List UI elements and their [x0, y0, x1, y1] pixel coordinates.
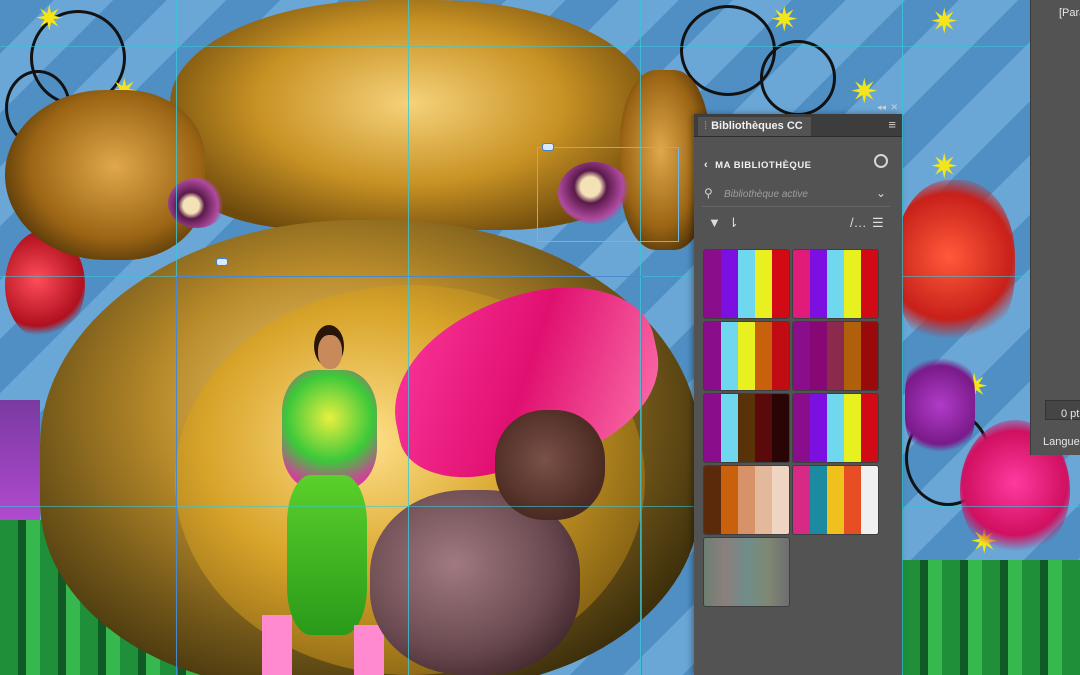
color-theme-swatch[interactable]: [793, 394, 878, 462]
color-swatch: [793, 394, 810, 462]
stroke-value[interactable]: 0 pt: [1061, 408, 1079, 420]
color-swatch: [772, 250, 789, 318]
color-swatch: [793, 322, 810, 390]
color-swatch: [721, 466, 738, 534]
star-icon: ✷: [930, 148, 959, 186]
tab-cc-libraries[interactable]: ⁞ Bibliothèques CC: [698, 117, 811, 136]
back-label: MA BIBLIOTHÈQUE: [715, 160, 812, 171]
heart-wing-left-image: [5, 90, 205, 260]
color-swatch: [861, 322, 878, 390]
color-swatch: [721, 322, 738, 390]
color-swatch: [810, 394, 827, 462]
chevron-down-icon[interactable]: ⌄: [876, 186, 886, 200]
star-icon: ✷: [850, 73, 879, 111]
frame-handle[interactable]: [216, 258, 228, 266]
filter-icon[interactable]: ▼: [708, 215, 721, 230]
star-icon: ✷: [770, 1, 799, 39]
color-swatch: [810, 466, 827, 534]
color-theme-swatch[interactable]: [793, 250, 878, 318]
rose-image: [895, 180, 1015, 350]
color-theme-swatch[interactable]: [793, 466, 878, 534]
color-swatch: [738, 394, 755, 462]
paragraph-panel: [Para 0 pt Langue :: [1030, 0, 1080, 455]
purple-flower-image: [905, 350, 975, 460]
document-canvas[interactable]: ✷ ✷ ✷ ✷ ✷ ✷ ✷ ✷ ✷: [0, 0, 1080, 675]
color-swatch: [755, 394, 772, 462]
color-swatch: [772, 466, 789, 534]
list-view-icon[interactable]: ☰: [872, 215, 884, 231]
color-swatch: [755, 250, 772, 318]
color-swatch: [844, 394, 861, 462]
search-icon: ⚲: [704, 186, 713, 200]
color-swatch: [704, 466, 721, 534]
close-panel-button[interactable]: ✕: [890, 102, 898, 113]
search-placeholder[interactable]: Bibliothèque active: [724, 189, 808, 200]
selected-frame[interactable]: [537, 147, 679, 242]
color-swatch: [827, 394, 844, 462]
color-swatch: [861, 250, 878, 318]
color-swatch: [755, 466, 772, 534]
user-add-icon[interactable]: [874, 154, 888, 168]
color-swatch: [827, 466, 844, 534]
color-swatch: [793, 250, 810, 318]
back-to-library-link[interactable]: ‹ MA BIBLIOTHÈQUE: [704, 159, 812, 171]
grip-icon: ⁞: [704, 120, 708, 132]
paragraph-style-label: [Para: [1059, 7, 1080, 19]
color-swatch: [738, 322, 755, 390]
color-swatch: [827, 250, 844, 318]
color-swatch: [704, 250, 721, 318]
color-swatch: [772, 322, 789, 390]
color-theme-swatch[interactable]: [704, 394, 789, 462]
color-swatch: [755, 322, 772, 390]
library-search[interactable]: ⚲ Bibliothèque active ⌄: [702, 184, 890, 207]
color-swatch: [704, 322, 721, 390]
layout-frame[interactable]: [176, 276, 642, 675]
panel-menu-button[interactable]: ≡: [888, 118, 896, 132]
guide-horizontal[interactable]: [0, 46, 1080, 47]
color-swatch: [810, 322, 827, 390]
color-swatch: [738, 250, 755, 318]
color-theme-swatch[interactable]: [704, 466, 789, 534]
sort-icon[interactable]: ⇂: [728, 215, 739, 231]
color-swatch: [772, 394, 789, 462]
color-swatch: [844, 466, 861, 534]
purple-stripe-image: [0, 400, 40, 520]
cc-libraries-panel[interactable]: ◂◂ ✕ ⁞ Bibliothèques CC ≡ ‹ MA BIBLIOTHÈQU…: [694, 102, 902, 675]
color-swatch: [721, 394, 738, 462]
color-theme-swatch[interactable]: [704, 250, 789, 318]
language-label: Langue :: [1043, 436, 1080, 448]
collapse-panel-button[interactable]: ◂◂: [877, 102, 886, 113]
color-swatch: [704, 394, 721, 462]
panel-titlebar[interactable]: ⁞ Bibliothèques CC ≡: [694, 114, 902, 137]
color-swatch: [827, 322, 844, 390]
color-swatch: [793, 466, 810, 534]
color-swatch: [721, 250, 738, 318]
panel-toolbar: ▼ ⇂ /… ☰: [708, 215, 888, 233]
green-pattern-image: [902, 560, 1080, 675]
color-swatch: [844, 250, 861, 318]
color-theme-swatch[interactable]: [704, 538, 789, 606]
chevron-left-icon: ‹: [704, 159, 709, 171]
color-swatch: [810, 250, 827, 318]
tab-label: Bibliothèques CC: [711, 120, 803, 132]
color-swatch: [861, 394, 878, 462]
color-swatch: [844, 322, 861, 390]
guide-vertical[interactable]: [902, 0, 903, 675]
color-theme-swatch[interactable]: [793, 322, 878, 390]
star-icon: ✷: [930, 3, 959, 41]
color-swatch: [861, 466, 878, 534]
pen-icon[interactable]: /…: [850, 215, 867, 230]
star-icon: ✷: [35, 0, 64, 38]
frame-handle[interactable]: [542, 143, 554, 151]
ornament-scroll: [760, 40, 836, 116]
color-theme-swatch[interactable]: [704, 322, 789, 390]
color-swatch: [738, 466, 755, 534]
